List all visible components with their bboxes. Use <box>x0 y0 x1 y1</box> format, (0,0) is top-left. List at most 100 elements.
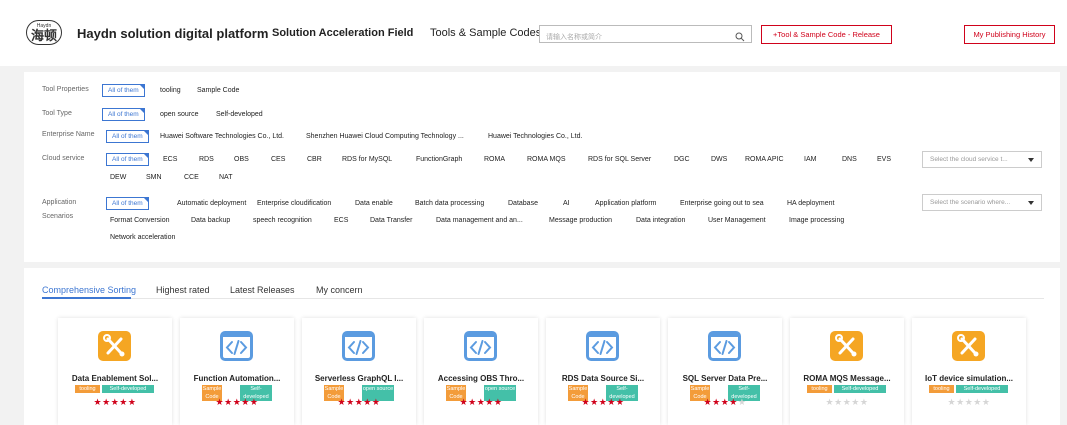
cloud-option-dgc[interactable]: DGC <box>674 156 690 163</box>
star-icon: ★ <box>110 397 120 407</box>
publishing-history-button[interactable]: My Publishing History <box>964 25 1055 44</box>
cloud-option-nat[interactable]: NAT <box>219 174 232 181</box>
tag-type: Self-developed <box>956 385 1008 393</box>
tabs-divider <box>42 298 1044 299</box>
cloud-option-roma-mqs[interactable]: ROMA MQS <box>527 156 566 163</box>
logo-glyph: 海顿 <box>30 28 57 43</box>
option-tooling[interactable]: tooling <box>160 87 181 94</box>
release-tool-button[interactable]: +Tool & Sample Code - Release <box>761 25 892 44</box>
scenario-network-acceleration[interactable]: Network acceleration <box>110 234 175 241</box>
cloud-option-dew[interactable]: DEW <box>110 174 126 181</box>
cloud-option-roma[interactable]: ROMA <box>484 156 505 163</box>
star-icon: ★ <box>337 397 347 407</box>
scenario-ai[interactable]: AI <box>563 200 570 207</box>
star-icon: ★ <box>981 397 991 407</box>
star-icon: ★ <box>729 397 738 407</box>
tool-type-all-option[interactable]: All of them <box>102 108 145 121</box>
scenarios-all-option[interactable]: All of them <box>106 197 149 210</box>
tool-properties-all-option[interactable]: All of them <box>102 84 145 97</box>
card-title: Serverless GraphQL I... <box>314 374 404 383</box>
option-self-developed[interactable]: Self-developed <box>216 111 263 118</box>
tool-card[interactable]: Data Enablement Sol... tooling Self-develo… <box>58 318 172 425</box>
nav-tools-sample-codes[interactable]: Tools & Sample Codes <box>430 27 541 39</box>
code-icon <box>708 331 741 361</box>
star-icon: ★ <box>363 397 372 407</box>
brand-logo[interactable]: Haydn 海顿 <box>26 20 62 45</box>
scenario-user-management[interactable]: User Management <box>708 217 766 224</box>
option-open-source[interactable]: open source <box>160 111 199 118</box>
scenario-data-integration[interactable]: Data integration <box>636 217 685 224</box>
cloud-option-dws[interactable]: DWS <box>711 156 727 163</box>
tool-card[interactable]: Accessing OBS Thro... Sample Code open sou… <box>424 318 538 425</box>
tag-property: tooling <box>807 385 832 393</box>
rating-stars: ★★★★★ <box>424 397 538 408</box>
tool-card[interactable]: SQL Server Data Pre... Sample Code Self-de… <box>668 318 782 425</box>
cloud-option-rds-mysql[interactable]: RDS for MySQL <box>342 156 392 163</box>
scenario-database[interactable]: Database <box>508 200 538 207</box>
tool-card[interactable]: IoT device simulation... tooling Self-deve… <box>912 318 1026 425</box>
chevron-down-icon <box>1028 158 1034 162</box>
tool-card[interactable]: Function Automation... Sample Code Self-de… <box>180 318 294 425</box>
scenario-speech-recognition[interactable]: speech recognition <box>253 217 312 224</box>
star-icon: ★ <box>737 397 747 407</box>
tool-card[interactable]: RDS Data Source Si... Sample Code Self-dev… <box>546 318 660 425</box>
cloud-service-all-option[interactable]: All of them <box>106 153 149 166</box>
scenario-enterprise-cloudification[interactable]: Enterprise cloudification <box>257 200 331 207</box>
cloud-option-obs[interactable]: OBS <box>234 156 249 163</box>
cloud-option-rds[interactable]: RDS <box>199 156 214 163</box>
cloud-option-functiongraph[interactable]: FunctionGraph <box>416 156 462 163</box>
cloud-option-evs[interactable]: EVS <box>877 156 891 163</box>
tools-listing: Comprehensive Sorting Highest rated Late… <box>24 268 1060 425</box>
cloud-option-ces[interactable]: CES <box>271 156 285 163</box>
search-input[interactable] <box>540 29 725 45</box>
scenario-image-processing[interactable]: Image processing <box>789 217 844 224</box>
rating-stars: ★★★★★ <box>302 397 416 408</box>
cloud-option-cbr[interactable]: CBR <box>307 156 322 163</box>
star-icon: ★ <box>720 397 730 407</box>
tab-comprehensive-sorting[interactable]: Comprehensive Sorting <box>42 285 136 295</box>
scenario-data-management[interactable]: Data management and an... <box>436 217 523 224</box>
star-icon: ★ <box>468 397 477 407</box>
cloud-option-cce[interactable]: CCE <box>184 174 199 181</box>
scenario-data-enable[interactable]: Data enable <box>355 200 393 207</box>
platform-title[interactable]: Haydn solution digital platform <box>77 26 268 41</box>
star-icon: ★ <box>825 397 835 407</box>
cloud-option-roma-apic[interactable]: ROMA APIC <box>745 156 784 163</box>
option-enterprise-1[interactable]: Huawei Software Technologies Co., Ltd. <box>160 133 284 140</box>
option-enterprise-3[interactable]: Huawei Technologies Co., Ltd. <box>488 133 582 140</box>
tab-latest-releases[interactable]: Latest Releases <box>230 285 295 295</box>
nav-solution-acceleration[interactable]: Solution Acceleration Field <box>272 27 413 39</box>
scenario-ha-deployment[interactable]: HA deployment <box>787 200 834 207</box>
scenario-batch-data-processing[interactable]: Batch data processing <box>415 200 484 207</box>
scenario-ecs[interactable]: ECS <box>334 217 348 224</box>
enterprise-all-option[interactable]: All of them <box>106 130 149 143</box>
scenario-automatic-deployment[interactable]: Automatic deployment <box>177 200 246 207</box>
scenario-message-production[interactable]: Message production <box>549 217 612 224</box>
star-icon: ★ <box>476 397 486 407</box>
scenario-data-transfer[interactable]: Data Transfer <box>370 217 412 224</box>
filter-label-cloud-service: Cloud service <box>42 155 85 162</box>
tools-icon <box>830 331 863 361</box>
star-icon: ★ <box>485 397 494 407</box>
cloud-option-iam[interactable]: IAM <box>804 156 816 163</box>
tool-card[interactable]: ROMA MQS Message... tooling Self-developed… <box>790 318 904 425</box>
cloud-option-smn[interactable]: SMN <box>146 174 162 181</box>
cloud-option-rds-sqlserver[interactable]: RDS for SQL Server <box>588 156 651 163</box>
cloud-option-ecs[interactable]: ECS <box>163 156 177 163</box>
star-icon: ★ <box>973 397 982 407</box>
search-icon[interactable] <box>735 29 745 42</box>
cloud-service-select[interactable]: Select the cloud service t... <box>922 151 1042 168</box>
scenario-select[interactable]: Select the scenario where... <box>922 194 1042 211</box>
star-icon: ★ <box>459 397 469 407</box>
scenario-format-conversion[interactable]: Format Conversion <box>110 217 170 224</box>
scenario-application-platform[interactable]: Application platform <box>595 200 656 207</box>
cloud-option-dns[interactable]: DNS <box>842 156 857 163</box>
tab-highest-rated[interactable]: Highest rated <box>156 285 210 295</box>
option-enterprise-2[interactable]: Shenzhen Huawei Cloud Computing Technolo… <box>306 133 464 140</box>
option-sample-code[interactable]: Sample Code <box>197 87 239 94</box>
tab-my-concern[interactable]: My concern <box>316 285 363 295</box>
scenario-going-out-to-sea[interactable]: Enterprise going out to sea <box>680 200 764 207</box>
scenario-data-backup[interactable]: Data backup <box>191 217 230 224</box>
tool-card[interactable]: Serverless GraphQL I... Sample Code open s… <box>302 318 416 425</box>
card-title: ROMA MQS Message... <box>803 374 891 383</box>
